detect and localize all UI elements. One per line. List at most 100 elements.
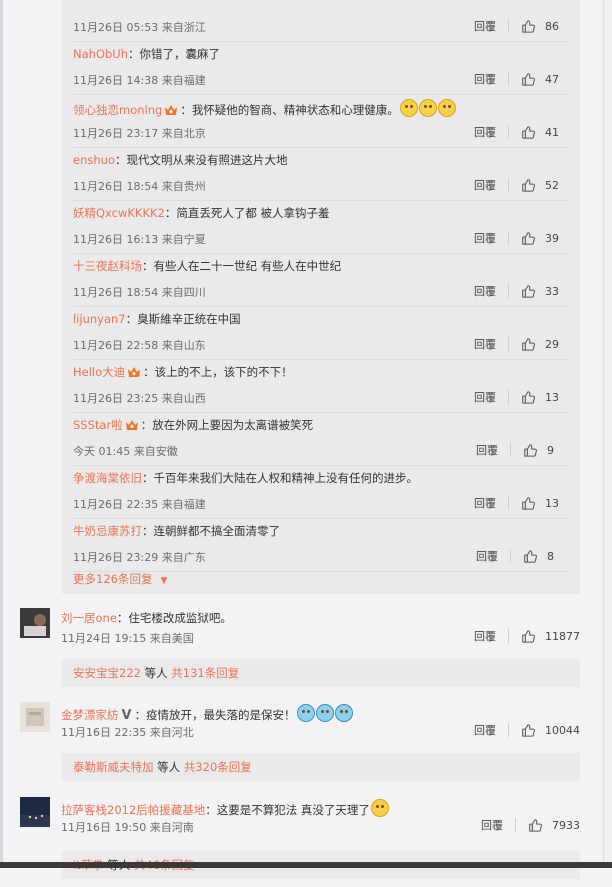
reply-text: 臭斯維辛正统在中国	[137, 312, 241, 326]
reply-text: 简直丢死人了都 被人拿钩子羞	[176, 206, 330, 220]
reply-button[interactable]: 回覆	[474, 389, 496, 405]
reply-author[interactable]: 争渡海棠依旧	[73, 471, 142, 485]
reply-content: NahObUh：你错了，囊麻了	[73, 46, 220, 62]
reply-actions: 回覆 29	[474, 335, 559, 353]
thumbs-up-icon[interactable]	[521, 390, 535, 404]
more-replies-label: 更多126条回复	[73, 572, 153, 586]
divider	[508, 337, 509, 351]
like-count: 8	[547, 549, 554, 563]
reply-button[interactable]: 回覆	[481, 817, 503, 833]
comment-text: 这要是不算犯法 真没了天理了	[216, 803, 370, 817]
reply-item: 十三夜赵科场：有些人在二十一世纪 有些人在中世纪 11月26日 18:54 来自…	[73, 253, 569, 307]
reply-actions: 回覆 13	[474, 494, 559, 512]
reply-content: 牛奶忌康苏打：连朝鲜都不搞全面清零了	[73, 523, 280, 539]
reply-author[interactable]: 十三夜赵科场	[73, 259, 142, 273]
reply-item: SSStar啦 ：放在外网上要因为太离谱被笑死 今天 01:45 来自安徽 回覆 …	[73, 412, 569, 466]
vip-crown-icon	[165, 105, 178, 115]
comment-author[interactable]: 刘一居one	[61, 611, 117, 625]
reply-button[interactable]: 回覆	[474, 283, 496, 299]
sub-reply-mid: 等人	[157, 760, 181, 774]
avatar[interactable]	[20, 797, 50, 827]
reply-author[interactable]: Hello大迪	[73, 365, 125, 379]
thumbs-up-icon[interactable]	[523, 443, 537, 457]
reply-author[interactable]: enshuo	[73, 153, 115, 167]
thumbs-up-icon[interactable]	[521, 284, 535, 298]
reply-button[interactable]: 回覆	[474, 177, 496, 193]
thumbs-up-icon[interactable]	[523, 549, 537, 563]
reply-button[interactable]: 回覆	[476, 548, 498, 564]
divider	[508, 231, 509, 245]
reply-button[interactable]: 回覆	[476, 442, 498, 458]
sub-reply-count[interactable]: 共131条回复	[171, 666, 239, 680]
reply-author[interactable]: SSStar啦	[73, 418, 123, 432]
sub-reply-count[interactable]: 共320条回复	[184, 760, 252, 774]
reply-actions: 回覆 86	[474, 17, 559, 35]
reply-actions: 回覆 9	[476, 441, 559, 459]
thumbs-up-icon[interactable]	[521, 629, 535, 643]
reply-text: 我怀疑他的智商、精神状态和心理健康。	[191, 103, 399, 117]
reply-time: 11月26日 18:54	[73, 286, 159, 299]
comment-item: 拉萨客栈2012后帕援藏基地：这要是不算犯法 真没了天理了 11月16日 19:…	[20, 797, 580, 887]
thumbs-up-icon[interactable]	[521, 72, 535, 86]
like-count: 13	[545, 390, 559, 404]
reply-button[interactable]: 回覆	[474, 124, 496, 140]
reply-text: 该上的不上，该下的不下！	[154, 365, 293, 379]
reply-button[interactable]: 回覆	[474, 230, 496, 246]
thumbs-up-icon[interactable]	[528, 818, 542, 832]
divider	[510, 549, 511, 563]
colon: ：	[125, 312, 138, 326]
reply-location: 来自四川	[161, 286, 206, 299]
reply-button[interactable]: 回覆	[474, 336, 496, 352]
reply-item: 牛奶忌康苏打：连朝鲜都不搞全面清零了 11月26日 23:29 来自广东 回覆 …	[73, 518, 569, 572]
reply-button[interactable]: 回覆	[474, 495, 496, 511]
comment-meta: 11月24日 19:15 来自美国	[61, 630, 194, 646]
comment-text: 疫情放开，最失落的是保安！	[146, 708, 296, 722]
reply-item: lijunyan7：臭斯維辛正统在中国 11月26日 22:58 来自山东 回覆…	[73, 306, 569, 360]
thumbs-up-icon[interactable]	[521, 19, 535, 33]
sub-reply-author[interactable]: 泰勒斯威夫特加	[73, 760, 154, 774]
like-count: 33	[545, 284, 559, 298]
comment-author[interactable]: 金梦漂家紡	[61, 708, 119, 722]
reply-actions: 回覆 13	[474, 388, 559, 406]
thumbs-up-icon[interactable]	[521, 231, 535, 245]
reply-item: NahObUh：你错了，囊麻了 11月26日 14:38 来自福建 回覆 47	[73, 41, 569, 95]
sub-reply-author[interactable]: 安安宝宝222	[73, 666, 141, 680]
vip-crown-icon	[125, 420, 138, 430]
reply-time: 11月26日 22:35	[73, 498, 159, 511]
comment-author[interactable]: 拉萨客栈2012后帕援藏基地	[61, 803, 205, 817]
like-count: 13	[545, 496, 559, 510]
reply-content: enshuo：现代文明从来没有照进这片大地	[73, 152, 287, 168]
reply-meta: 11月26日 16:13 来自宁夏	[73, 231, 206, 247]
reply-button[interactable]: 回覆	[474, 722, 496, 738]
reply-meta: 今天 01:45 来自安徽	[73, 443, 178, 459]
thumbs-up-icon[interactable]	[521, 723, 535, 737]
comment-location: 来自河北	[149, 726, 194, 739]
like-count: 29	[545, 337, 559, 351]
sub-replies-summary[interactable]: 泰勒斯威夫特加 等人 共320条回复	[62, 753, 580, 781]
sub-replies-summary[interactable]: 安安宝宝222 等人 共131条回复	[62, 659, 580, 687]
emoji-smile-icon	[399, 99, 418, 117]
reply-author[interactable]: lijunyan7	[73, 312, 126, 326]
divider	[508, 390, 509, 404]
colon: ：	[164, 206, 177, 220]
reply-author[interactable]: 妖精QxcwKKKK2	[73, 206, 165, 220]
scrollbar-track[interactable]	[603, 0, 612, 868]
reply-button[interactable]: 回覆	[474, 18, 496, 34]
verified-v-icon: V	[121, 708, 132, 723]
reply-button[interactable]: 回覆	[474, 71, 496, 87]
colon: ：	[134, 708, 147, 722]
thumbs-up-icon[interactable]	[521, 178, 535, 192]
reply-button[interactable]: 回覆	[474, 628, 496, 644]
avatar[interactable]	[20, 702, 50, 732]
more-replies-link[interactable]: 更多126条回复 ▼	[73, 571, 167, 587]
thumbs-up-icon[interactable]	[521, 337, 535, 351]
reply-author[interactable]: 牛奶忌康苏打	[73, 524, 142, 538]
thumbs-up-icon[interactable]	[521, 125, 535, 139]
avatar[interactable]	[20, 608, 50, 638]
thumbs-up-icon[interactable]	[521, 496, 535, 510]
divider	[508, 284, 509, 298]
reply-author[interactable]: NahObUh	[73, 47, 128, 61]
reply-text: 有些人在二十一世纪 有些人在中世纪	[153, 259, 342, 273]
reply-author[interactable]: 领心独恋monlng	[73, 103, 162, 117]
reply-time: 11月26日 18:54	[73, 180, 159, 193]
